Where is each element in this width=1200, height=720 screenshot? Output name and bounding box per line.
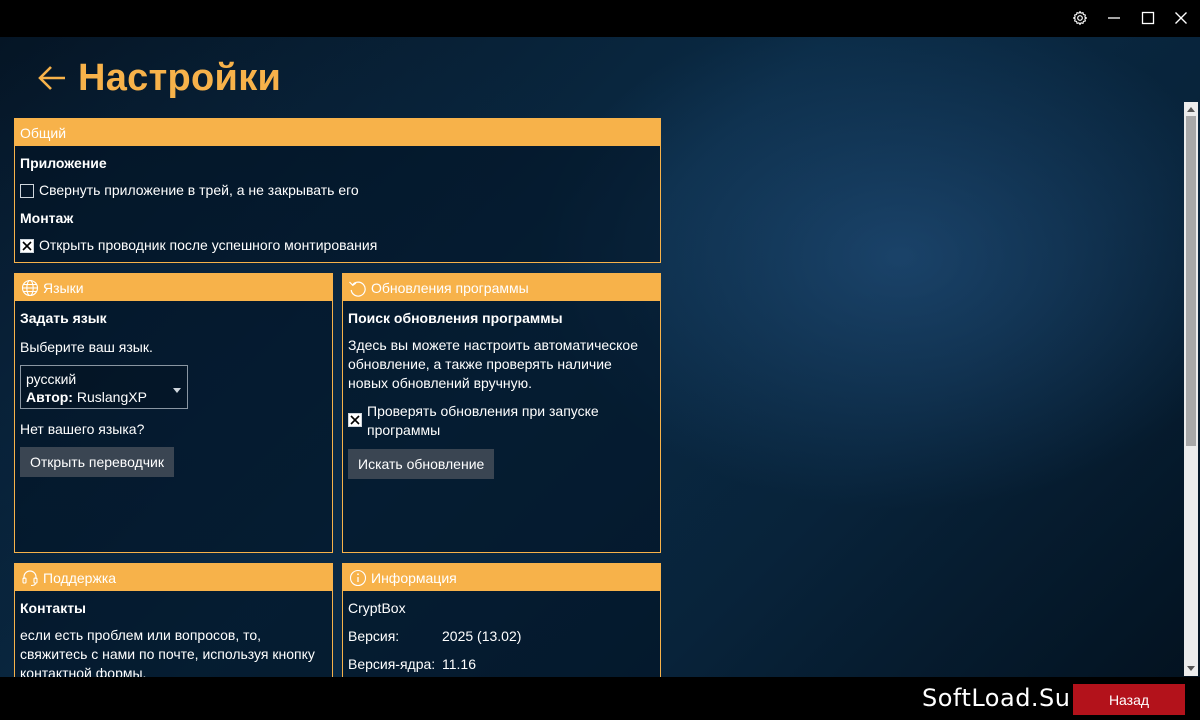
maximize-icon [1141, 11, 1155, 25]
check-on-start-option[interactable]: Проверять обновления при запуске програм… [348, 402, 655, 440]
info-version-label: Версия: [348, 628, 400, 644]
maximize-button[interactable] [1131, 4, 1165, 32]
support-description: если есть проблем или вопросов, то, свяж… [20, 627, 315, 677]
info-version-value: 2025 (13.02) [442, 628, 522, 644]
open-explorer-label: Открыть проводник после успешного монтир… [39, 237, 378, 253]
settings-content: Настройки Общий Приложение Свернуть прил… [0, 37, 1200, 677]
close-button[interactable] [1164, 4, 1198, 32]
info-core-label: Версия-ядра: [348, 656, 436, 672]
languages-section-title: Задать язык [20, 310, 107, 326]
updates-description: Здесь вы можете настроить автоматическое… [348, 337, 639, 391]
vertical-scrollbar[interactable] [1184, 102, 1198, 676]
panel-languages-title: Языки [43, 279, 84, 296]
gear-icon [1072, 10, 1088, 26]
scroll-down-icon[interactable] [1186, 664, 1196, 674]
page-title: Настройки [78, 57, 282, 99]
arrow-left-icon [38, 66, 65, 90]
back-arrow-button[interactable] [37, 65, 67, 96]
open-translator-button[interactable]: Открыть переводчик [20, 447, 174, 477]
support-section-title: Контакты [20, 600, 87, 616]
mount-section-title: Монтаж [20, 210, 74, 226]
panel-languages: Языки Задать язык Выберите ваш язык. рус… [14, 273, 333, 553]
headset-icon [20, 568, 40, 588]
minimize-tray-checkbox[interactable] [20, 184, 34, 198]
panel-languages-header: Языки [15, 274, 332, 301]
check-x-icon [350, 415, 360, 425]
minimize-icon [1108, 17, 1120, 19]
panel-info-header: Информация [343, 564, 660, 591]
check-x-icon [22, 241, 32, 251]
panel-general: Общий Приложение Свернуть приложение в т… [14, 118, 661, 263]
panel-updates-header: Обновления программы [343, 274, 660, 301]
check-on-start-checkbox[interactable] [348, 413, 362, 427]
scroll-up-icon[interactable] [1186, 104, 1196, 114]
minimize-button[interactable] [1097, 4, 1131, 32]
info-core-row: Версия-ядра: 11.16 [348, 656, 655, 672]
open-explorer-checkbox[interactable] [20, 239, 34, 253]
info-version-row: Версия: 2025 (13.02) [348, 628, 655, 644]
chevron-down-icon [173, 380, 181, 398]
languages-missing-prompt: Нет вашего языка? [20, 421, 145, 437]
panel-general-title: Общий [20, 124, 67, 141]
check-on-start-label: Проверять обновления при запуске програм… [367, 403, 599, 438]
language-select[interactable]: русский Автор: RuslangXP [20, 365, 188, 409]
language-author-label: Автор: [26, 389, 73, 405]
window-titlebar [0, 0, 1200, 37]
info-product: CryptBox [348, 600, 406, 616]
settings-gear-button[interactable] [1063, 4, 1097, 32]
languages-prompt: Выберите ваш язык. [20, 339, 153, 355]
panel-info-title: Информация [371, 569, 457, 586]
minimize-tray-label: Свернуть приложение в трей, а не закрыва… [39, 182, 359, 198]
panel-updates: Обновления программы Поиск обновления пр… [342, 273, 661, 553]
globe-icon [20, 278, 40, 298]
close-icon [1175, 12, 1187, 24]
language-select-value: русский [26, 371, 77, 387]
panel-updates-title: Обновления программы [371, 279, 529, 296]
brand-logo-text: SoftLoad.Su [922, 684, 1071, 712]
panel-support: Поддержка Контакты если есть проблем или… [14, 563, 333, 677]
panel-general-header: Общий [15, 119, 660, 146]
search-update-button[interactable]: Искать обновление [348, 449, 495, 479]
back-button[interactable]: Назад [1073, 684, 1185, 715]
panel-info: Информация CryptBox Версия: 2025 (13.02)… [342, 563, 661, 677]
app-section-title: Приложение [20, 155, 107, 171]
open-explorer-option[interactable]: Открыть проводник после успешного монтир… [20, 237, 655, 253]
refresh-icon [348, 278, 368, 298]
minimize-tray-option[interactable]: Свернуть приложение в трей, а не закрыва… [20, 182, 655, 198]
language-author-value: RuslangXP [76, 389, 147, 405]
panel-support-header: Поддержка [15, 564, 332, 591]
info-core-value: 11.16 [442, 656, 476, 672]
panel-support-title: Поддержка [43, 569, 117, 586]
scrollbar-thumb[interactable] [1186, 116, 1196, 446]
info-icon [348, 568, 368, 588]
bottom-bar: SoftLoad.Su Назад [0, 677, 1200, 720]
updates-section-title: Поиск обновления программы [348, 310, 563, 326]
